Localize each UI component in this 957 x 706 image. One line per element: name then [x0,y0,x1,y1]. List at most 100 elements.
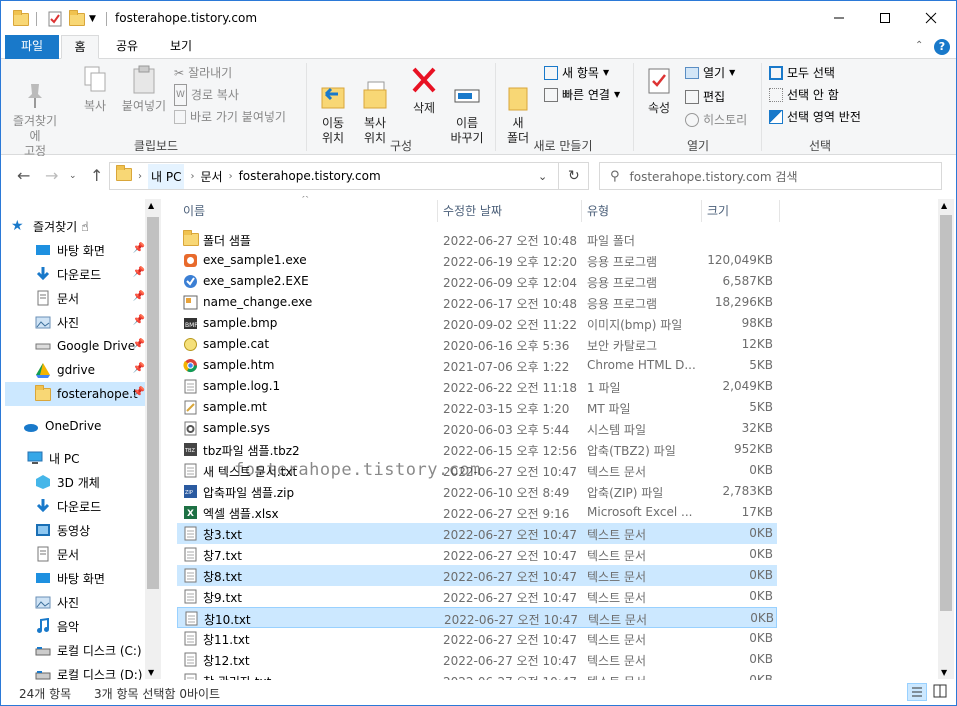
sidebar-item-pc-5[interactable]: 사진 [5,590,149,614]
mypc-item[interactable]: 내 PC [27,446,161,470]
copy-button[interactable]: 복사 [77,65,113,114]
file-list-scrollbar[interactable]: ▲ ▼ [938,199,954,679]
file-row[interactable]: X 엑셀 샘플.xlsx 2022-06-27 오전 9:16 Microsoft E… [177,502,777,523]
file-row[interactable]: BMP sample.bmp 2020-09-02 오전 11:22 이미지(bmp)… [177,313,777,334]
file-row[interactable]: sample.htm 2021-07-06 오후 1:22 Chrome HTML … [177,355,777,376]
file-row[interactable]: sample.mt 2022-03-15 오후 1:20 MT 파일 5KB [177,397,777,418]
select-none-button[interactable]: 선택 안 함 [769,85,839,105]
sidebar-item-pc-1[interactable]: 다운로드 [5,494,149,518]
pin-icon[interactable]: 📌 [133,387,145,398]
collapse-ribbon-icon[interactable]: ⌃ [915,40,923,51]
column-header-name[interactable]: 이름 [183,196,205,226]
onedrive-item[interactable]: OneDrive [23,414,161,438]
invert-selection-button[interactable]: 선택 영역 반전 [769,107,861,127]
sidebar-item-pc-8[interactable]: 로컬 디스크 (D:) [5,662,149,680]
pin-icon[interactable]: 📌 [133,291,145,302]
file-row[interactable]: 창9.txt 2022-06-27 오전 10:47 텍스트 문서 0KB [177,586,777,607]
large-icons-view-icon[interactable] [931,683,951,701]
properties-quick-icon[interactable] [47,9,63,29]
file-row[interactable]: exe_sample2.EXE 2022-06-09 오후 12:04 응용 프로그… [177,271,777,292]
file-row[interactable]: 폴더 샘플 2022-06-27 오전 10:48 파일 폴더 [177,229,777,250]
pin-icon[interactable]: 📌 [133,267,145,278]
file-row[interactable]: 창 관리자.txt 2022-06-27 오전 10:47 텍스트 문서 0KB [177,670,777,680]
paste-button[interactable]: 붙여넣기 [119,65,169,114]
address-dropdown-icon[interactable]: ⌄ [538,170,547,183]
scroll-up-icon[interactable]: ▲ [148,201,154,210]
new-item-button[interactable]: 새 항목 ▼ [544,63,609,83]
column-divider[interactable] [437,200,438,222]
tab-share[interactable]: 공유 [107,35,147,59]
pin-icon[interactable]: 📌 [133,363,145,374]
sidebar-item-pc-7[interactable]: 로컬 디스크 (C:) [5,638,149,662]
sidebar-item-pc-2[interactable]: 동영상 [5,518,149,542]
file-row[interactable]: 창3.txt 2022-06-27 오전 10:47 텍스트 문서 0KB [177,523,777,544]
scroll-up-icon[interactable]: ▲ [941,201,947,210]
history-button[interactable]: 히스토리 [685,110,747,130]
cut-button[interactable]: ✂ 잘라내기 [174,63,232,83]
pin-icon[interactable]: 📌 [133,315,145,326]
sidebar-item-quick-0[interactable]: 바탕 화면 📌 [5,238,149,262]
file-row[interactable]: ZIP 압축파일 샘플.zip 2022-06-10 오전 8:49 압축(ZIP) … [177,481,777,502]
up-arrow-icon[interactable]: ↑ [90,166,103,185]
breadcrumb-current[interactable]: fosterahope.tistory.com [239,169,381,183]
maximize-button[interactable] [862,1,908,35]
file-row[interactable]: sample.sys 2020-06-03 오후 5:44 시스템 파일 32KB [177,418,777,439]
file-row[interactable]: 창12.txt 2022-06-27 오전 10:47 텍스트 문서 0KB [177,649,777,670]
easy-access-button[interactable]: 빠른 연결 ▼ [544,85,620,105]
properties-button[interactable]: 속성 [641,65,677,116]
open-button[interactable]: 열기 ▼ [685,63,735,83]
sidebar-item-quick-5[interactable]: gdrive 📌 [5,358,149,382]
file-row[interactable]: 창8.txt 2022-06-27 오전 10:47 텍스트 문서 0KB [177,565,777,586]
sidebar-item-quick-1[interactable]: 다운로드 📌 [5,262,149,286]
recent-locations-chevron-icon[interactable]: ⌄ [69,171,77,181]
new-folder-quick-icon[interactable] [69,9,85,29]
sidebar-item-pc-4[interactable]: 바탕 화면 [5,566,149,590]
breadcrumb-mypc[interactable]: 내 PC [148,163,185,189]
search-box[interactable]: ⚲ fosterahope.tistory.com 검색 [599,162,942,190]
select-all-button[interactable]: 모두 선택 [769,63,835,83]
file-row[interactable]: exe_sample1.exe 2022-06-19 오후 12:20 응용 프로그… [177,250,777,271]
tab-view[interactable]: 보기 [161,35,201,59]
move-to-button[interactable]: 이동 위치 [313,65,353,161]
sidebar-item-quick-2[interactable]: 문서 📌 [5,286,149,310]
minimize-button[interactable] [816,1,862,35]
details-view-icon[interactable] [907,683,927,701]
column-header-date[interactable]: 수정한 날짜 [443,196,502,226]
pin-icon[interactable]: 📌 [133,243,145,254]
scroll-down-icon[interactable]: ▼ [941,668,947,677]
file-row[interactable]: sample.log.1 2022-06-22 오전 11:18 1 파일 2,049… [177,376,777,397]
quick-access-item[interactable]: ★ 즐겨찾기 ☝ [11,214,155,238]
breadcrumb-separator-icon[interactable]: › [138,171,142,182]
nav-scrollbar-thumb[interactable] [147,217,159,589]
sidebar-item-quick-4[interactable]: Google Drive 📌 [5,334,149,358]
address-bar[interactable]: › 내 PC › 문서 › fosterahope.tistory.com ⌄ … [109,162,589,190]
file-row[interactable]: name_change.exe 2022-06-17 오전 10:48 응용 프로그… [177,292,777,313]
breadcrumb-documents[interactable]: 문서 [200,168,222,185]
refresh-icon[interactable]: ↻ [568,168,580,184]
tab-file[interactable]: 파일 [5,35,59,59]
sidebar-item-quick-3[interactable]: 사진 📌 [5,310,149,334]
customize-toolbar-icon[interactable]: ▼ [89,9,96,29]
paste-shortcut-button[interactable]: 바로 가기 붙여넣기 [174,107,286,127]
column-divider[interactable] [779,200,780,222]
sidebar-item-pc-6[interactable]: 음악 [5,614,149,638]
delete-button[interactable]: 삭제 [407,65,441,116]
close-button[interactable] [908,1,954,35]
file-list-scrollbar-thumb[interactable] [940,215,952,611]
column-header-size[interactable]: 크기 [707,196,729,226]
breadcrumb-separator-icon[interactable]: › [229,171,233,182]
file-row[interactable]: 창11.txt 2022-06-27 오전 10:47 텍스트 문서 0KB [177,628,777,649]
pin-icon[interactable]: 📌 [133,339,145,350]
rename-button[interactable]: 이름 바꾸기 [445,65,489,161]
file-row[interactable]: 창7.txt 2022-06-27 오전 10:47 텍스트 문서 0KB [177,544,777,565]
sidebar-item-quick-6[interactable]: fosterahope.t 📌 [5,382,149,406]
tab-home[interactable]: 홈 [61,35,99,59]
breadcrumb-separator-icon[interactable]: › [190,171,194,182]
column-divider[interactable] [701,200,702,222]
edit-button[interactable]: 편집 [685,87,725,107]
copy-path-button[interactable]: W 경로 복사 [174,84,239,106]
help-icon[interactable]: ? [934,39,950,55]
file-row[interactable]: 창10.txt 2022-06-27 오전 10:47 텍스트 문서 0KB [177,607,777,628]
scroll-down-icon[interactable]: ▼ [148,668,154,677]
nav-scrollbar[interactable]: ▲ ▼ [145,199,161,679]
